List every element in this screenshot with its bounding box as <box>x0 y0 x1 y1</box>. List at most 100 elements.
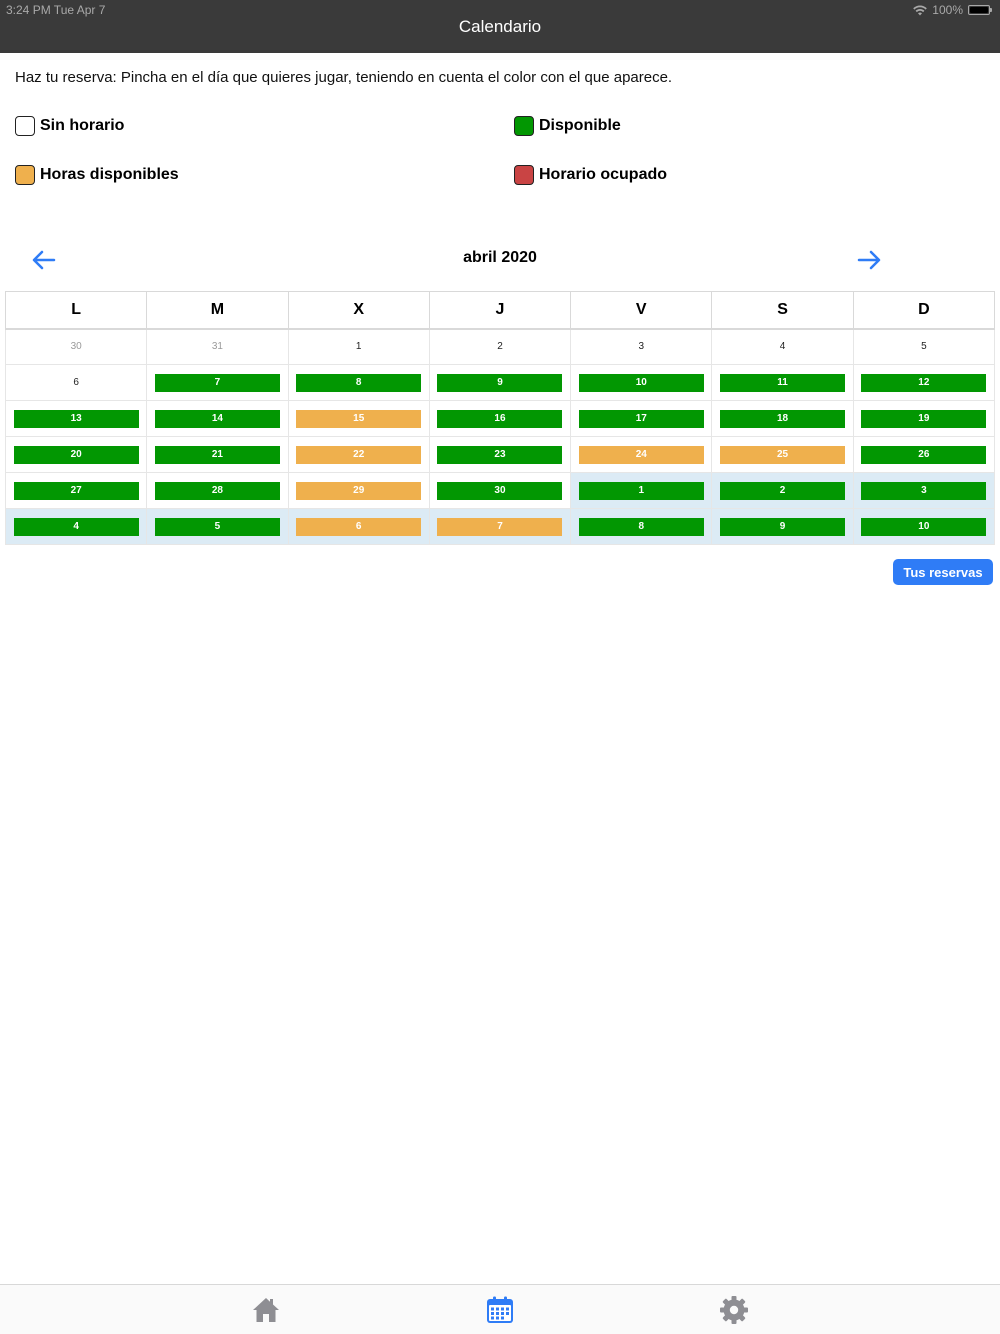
battery-percentage: 100% <box>932 3 963 17</box>
calendar-day-green[interactable]: 9 <box>720 517 846 536</box>
legend-swatch-horas-disponibles <box>15 165 35 185</box>
calendar-day-green[interactable]: 27 <box>13 481 139 500</box>
weekday-header: S <box>711 291 854 330</box>
calendar-day-cell: 25 <box>711 436 854 473</box>
calendar-week-row: 6 7 8 9 10 11 12 <box>4 364 996 401</box>
calendar-day-cell: 6 <box>4 364 148 401</box>
calendar-day-orange[interactable]: 29 <box>296 481 422 500</box>
legend-horas-disponibles: Horas disponibles <box>15 165 179 185</box>
calendar-day-green[interactable]: 5 <box>154 517 280 536</box>
calendar-day-green[interactable]: 1 <box>578 481 704 500</box>
calendar-day-cell: 17 <box>570 400 713 437</box>
calendar-day-cell: 9 <box>711 508 854 545</box>
calendar-day-cell: 28 <box>146 472 289 509</box>
gear-icon[interactable] <box>719 1295 749 1325</box>
calendar-day-plain: 2 <box>497 340 503 352</box>
calendar-day-green[interactable]: 28 <box>154 481 280 500</box>
calendar-day-cell: 20 <box>4 436 148 473</box>
calendar-day-muted: 30 <box>70 340 82 352</box>
calendar-day-orange[interactable]: 15 <box>296 409 422 428</box>
calendar-day-cell: 11 <box>711 364 854 401</box>
legend-sin-horario: Sin horario <box>15 116 124 136</box>
calendar-day-green[interactable]: 12 <box>861 373 987 392</box>
calendar-day-green[interactable]: 11 <box>720 373 846 392</box>
calendar-day-green[interactable]: 17 <box>578 409 704 428</box>
legend-label-horario-ocupado: Horario ocupado <box>539 166 668 183</box>
calendar-week-row: 4 5 6 7 8 9 10 <box>4 508 996 545</box>
calendar-week-row: 20 21 22 23 24 25 26 <box>4 436 996 473</box>
legend-swatch-disponible <box>514 116 534 136</box>
calendar-day-orange[interactable]: 7 <box>437 517 563 536</box>
calendar-day-green[interactable]: 10 <box>578 373 704 392</box>
arrow-right-icon[interactable] <box>855 247 883 273</box>
calendar-week-row: 13 14 15 16 17 18 19 <box>4 400 996 437</box>
month-label: abril 2020 <box>463 249 537 266</box>
calendar-day-plain: 4 <box>779 340 786 352</box>
weekday-header: J <box>428 291 572 330</box>
calendar-day-green[interactable]: 9 <box>437 373 563 392</box>
calendar-day-plain: 6 <box>73 376 79 388</box>
weekday-header: V <box>570 291 713 330</box>
calendar-day-cell: 24 <box>570 436 713 473</box>
calendar-day-cell: 3 <box>570 328 713 365</box>
weekday-header: X <box>287 291 430 330</box>
calendar-week-row: 27 28 29 30 1 2 3 <box>4 472 996 509</box>
legend-horario-ocupado: Horario ocupado <box>514 165 667 185</box>
status-indicators: 100% <box>913 3 992 17</box>
calendar-day-green[interactable]: 20 <box>13 445 139 464</box>
calendar-day-green[interactable]: 13 <box>13 409 139 428</box>
calendar-day-cell: 1 <box>287 328 430 365</box>
calendar-day-green[interactable]: 2 <box>720 481 846 500</box>
calendar-day-cell: 9 <box>428 364 572 401</box>
calendar-day-orange[interactable]: 6 <box>296 517 422 536</box>
calendar-day-green[interactable]: 10 <box>861 517 987 536</box>
calendar-day-cell: 31 <box>146 328 289 365</box>
legend-swatch-horario-ocupado <box>514 165 534 185</box>
calendar-day-orange[interactable]: 25 <box>720 445 846 464</box>
calendar-day-cell: 15 <box>287 400 430 437</box>
calendar-day-green[interactable]: 8 <box>578 517 704 536</box>
calendar-week-row: 30 31 1 2 3 4 5 <box>4 328 996 365</box>
legend-swatch-sin-horario <box>15 116 35 136</box>
calendar-day-cell: 14 <box>146 400 289 437</box>
calendar-day-green[interactable]: 3 <box>861 481 987 500</box>
calendar-day-cell: 18 <box>711 400 854 437</box>
calendar-day-cell: 2 <box>711 472 854 509</box>
calendar-day-green[interactable]: 4 <box>13 517 139 536</box>
calendar-day-green[interactable]: 18 <box>720 409 846 428</box>
instructions-text: Haz tu reserva: Pincha en el día que qui… <box>15 69 673 86</box>
calendar-day-green[interactable]: 23 <box>437 445 563 464</box>
calendar-day-green[interactable]: 19 <box>861 409 987 428</box>
calendar-icon[interactable] <box>485 1295 515 1325</box>
calendar-day-green[interactable]: 26 <box>861 445 987 464</box>
weekday-header: D <box>852 291 996 330</box>
calendar-day-cell: 1 <box>570 472 713 509</box>
calendar-day-plain: 5 <box>921 340 927 352</box>
calendar-day-cell: 30 <box>428 472 572 509</box>
calendar-day-cell: 13 <box>4 400 148 437</box>
calendar-day-green[interactable]: 8 <box>296 373 422 392</box>
weekday-header: L <box>4 291 148 330</box>
page-title: Calendario <box>458 17 542 36</box>
month-navigation: abril 2020 <box>0 244 1000 274</box>
status-time: 3:24 PM Tue Apr 7 <box>6 3 106 17</box>
calendar-day-cell: 4 <box>711 328 854 365</box>
home-icon[interactable] <box>251 1295 281 1325</box>
tus-reservas-button[interactable]: Tus reservas <box>893 559 993 585</box>
wifi-icon <box>913 4 928 15</box>
calendar-day-green[interactable]: 7 <box>154 373 280 392</box>
legend-label-horas-disponibles: Horas disponibles <box>40 166 179 183</box>
calendar-day-cell: 4 <box>4 508 148 545</box>
tab-bar <box>0 1284 1000 1334</box>
calendar-day-green[interactable]: 30 <box>437 481 563 500</box>
calendar-day-orange[interactable]: 24 <box>578 445 704 464</box>
calendar-day-green[interactable]: 21 <box>154 445 280 464</box>
calendar-day-cell: 3 <box>852 472 996 509</box>
calendar-day-green[interactable]: 14 <box>154 409 280 428</box>
calendar-day-green[interactable]: 16 <box>437 409 563 428</box>
calendar-day-cell: 22 <box>287 436 430 473</box>
calendar-day-cell: 7 <box>428 508 572 545</box>
calendar-day-cell: 12 <box>852 364 996 401</box>
legend-label-disponible: Disponible <box>539 117 621 134</box>
calendar-day-orange[interactable]: 22 <box>296 445 422 464</box>
